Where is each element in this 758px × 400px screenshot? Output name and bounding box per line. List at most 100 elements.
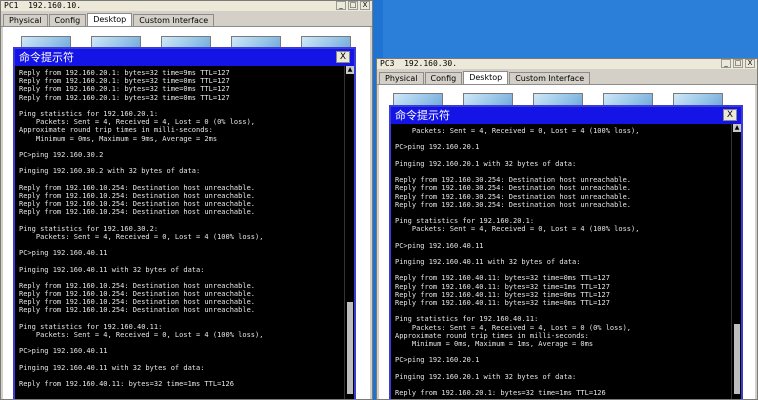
pc3-title-buttons: _ □ X [721, 59, 755, 69]
terminal-line: Packets: Sent = 4, Received = 0, Lost = … [395, 225, 640, 234]
pc1-tab-physical[interactable]: Physical [3, 14, 48, 26]
terminal-line: Reply from 192.160.20.1: bytes=32 time=0… [19, 77, 230, 86]
terminal-line: Reply from 192.160.40.11: bytes=32 time=… [395, 282, 610, 291]
terminal-line: Reply from 192.160.40.11: bytes=32 time=… [395, 274, 610, 283]
pc1-title: PC1 192.160.10. [1, 1, 372, 11]
terminal-line: Reply from 192.160.30.254: Destination h… [395, 200, 632, 209]
pc1-minimize-button[interactable]: _ [336, 1, 346, 10]
terminal-line: PC>ping 192.160.40.11 [395, 241, 484, 250]
terminal-line: PC>ping 192.160.20.1 [395, 356, 480, 365]
pc3-close-button[interactable]: X [745, 59, 755, 68]
pc1-cmd-scrollbar[interactable]: ▲ [344, 66, 354, 399]
terminal-line: PC>ping 192.160.40.11 [19, 347, 108, 356]
pc1-tab-bar: Physical Config Desktop Custom Interface [1, 12, 372, 26]
terminal-line: Ping statistics for 192.160.30.2: [19, 224, 159, 233]
pc3-tab-desktop[interactable]: Desktop [463, 71, 509, 84]
pc3-tab-bar: Physical Config Desktop Custom Interface [377, 70, 757, 84]
pc1-maximize-button[interactable]: □ [348, 1, 358, 10]
terminal-line: Reply from 192.160.20.1: bytes=32 time=0… [19, 93, 230, 102]
terminal-line: Packets: Sent = 4, Received = 4, Lost = … [19, 118, 256, 127]
terminal-line: Reply from 192.160.40.11: bytes=32 time=… [395, 290, 610, 299]
pc1-window: PC1 192.160.10. _ □ X Physical Config De… [0, 0, 373, 400]
terminal-line: Reply from 192.160.10.254: Destination h… [19, 200, 256, 208]
pc1-cmd-scroll-thumb[interactable] [347, 302, 353, 394]
terminal-line: PC>ping 192.160.40.11 [19, 249, 108, 258]
pc3-cmd-title: 命令提示符 [391, 107, 741, 124]
terminal-line: Approximate round trip times in milli-se… [395, 331, 589, 340]
terminal-line: Reply from 192.160.10.254: Destination h… [19, 290, 256, 299]
terminal-line: Ping statistics for 192.160.20.1: [19, 109, 159, 118]
pc1-command-prompt-window: 命令提示符 X Reply from 192.160.20.1: bytes=3… [13, 47, 356, 399]
pc3-title: PC3 192.160.30. [377, 59, 757, 69]
pc3-tab-physical[interactable]: Physical [379, 72, 424, 84]
scroll-up-arrow-icon[interactable]: ▲ [346, 66, 354, 74]
terminal-line: Minimum = 0ms, Maximum = 1ms, Average = … [395, 339, 594, 348]
terminal-line: Reply from 192.160.10.254: Destination h… [19, 281, 256, 290]
pc3-cmd-output[interactable]: Packets: Sent = 4, Received = 0, Lost = … [391, 124, 731, 399]
terminal-line: Pinging 192.160.40.11 with 32 bytes of d… [19, 363, 205, 372]
terminal-line: Pinging 192.160.30.2 with 32 bytes of da… [19, 167, 201, 176]
pc1-title-buttons: _ □ X [336, 1, 370, 11]
pc3-cmd-scrollbar[interactable]: ▲ [731, 124, 741, 399]
pc3-cmd-scroll-thumb[interactable] [734, 324, 740, 394]
terminal-line: Reply from 192.160.20.1: bytes=32 time=9… [19, 69, 230, 77]
scroll-up-arrow-icon[interactable]: ▲ [733, 124, 741, 132]
pc3-cmd-close-button[interactable]: X [723, 109, 737, 121]
terminal-line: PC>ping 192.160.20.1 [395, 143, 480, 152]
terminal-line: Ping statistics for 192.160.40.11: [19, 322, 163, 331]
terminal-line: Pinging 192.160.40.11 with 32 bytes of d… [395, 258, 581, 266]
terminal-line: Reply from 192.160.10.254: Destination h… [19, 208, 256, 217]
pc3-tab-custom-interface[interactable]: Custom Interface [509, 72, 591, 84]
terminal-line: Packets: Sent = 4, Received = 0, Lost = … [19, 331, 264, 339]
terminal-line: Reply from 192.160.40.11: bytes=32 time=… [19, 380, 234, 389]
pc3-command-prompt-window: 命令提示符 X Packets: Sent = 4, Received = 0,… [389, 105, 743, 399]
terminal-line: Packets: Sent = 4, Received = 0, Lost = … [395, 127, 640, 135]
terminal-line: Ping statistics for 192.160.20.1: [395, 217, 535, 226]
pc1-cmd-output[interactable]: Reply from 192.160.20.1: bytes=32 time=9… [15, 66, 344, 399]
terminal-line: Reply from 192.160.40.11: bytes=32 time=… [395, 298, 610, 307]
pc3-maximize-button[interactable]: □ [733, 59, 743, 68]
pc1-tab-custom-interface[interactable]: Custom Interface [133, 14, 215, 26]
terminal-line: Reply from 192.160.10.254: Destination h… [19, 183, 256, 192]
terminal-line: Minimum = 0ms, Maximum = 9ms, Average = … [19, 134, 218, 143]
pc3-tab-config[interactable]: Config [424, 72, 463, 84]
terminal-line: PC>ping 192.160.30.2 [19, 150, 104, 159]
pc3-window: PC3 192.160.30. _ □ X Physical Config De… [376, 58, 758, 400]
pc1-close-button[interactable]: X [360, 1, 370, 10]
terminal-line: Ping statistics for 192.160.40.11: [395, 315, 539, 324]
terminal-line: Reply from 192.160.10.254: Destination h… [19, 306, 256, 315]
pc1-cmd-close-button[interactable]: X [336, 51, 350, 63]
pc1-tab-config[interactable]: Config [48, 14, 87, 26]
pc3-minimize-button[interactable]: _ [721, 59, 731, 68]
terminal-line: Reply from 192.160.30.254: Destination h… [395, 184, 632, 193]
terminal-line: Reply from 192.160.30.254: Destination h… [395, 176, 632, 185]
terminal-line: Reply from 192.160.20.1: bytes=32 time=0… [19, 85, 230, 94]
terminal-line: Pinging 192.160.20.1 with 32 bytes of da… [395, 159, 577, 168]
pc1-tab-desktop[interactable]: Desktop [87, 13, 133, 26]
terminal-line: Pinging 192.160.20.1 with 32 bytes of da… [395, 372, 577, 381]
terminal-line: Pinging 192.160.40.11 with 32 bytes of d… [19, 265, 205, 274]
terminal-line: Reply from 192.160.30.254: Destination h… [395, 192, 632, 201]
terminal-line: Reply from 192.160.20.1: bytes=32 time=1… [395, 389, 606, 397]
